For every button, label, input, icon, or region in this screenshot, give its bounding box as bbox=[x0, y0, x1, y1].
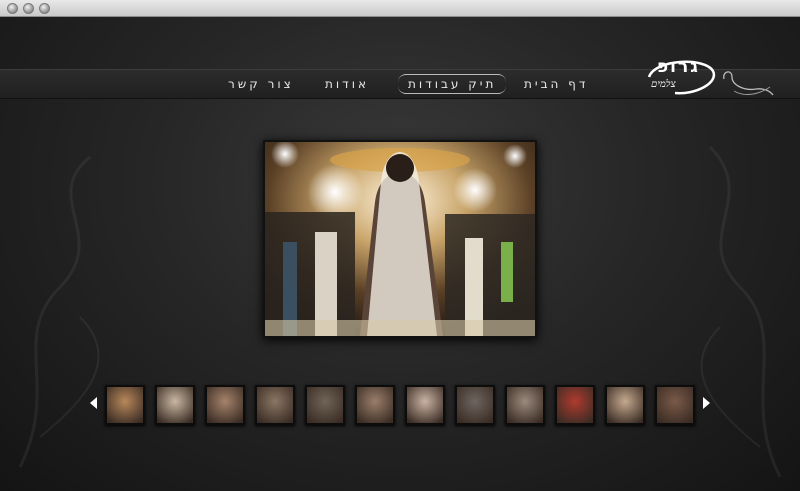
nav-contact[interactable]: צור קשר bbox=[228, 77, 294, 91]
thumbnail-image[interactable] bbox=[255, 385, 295, 425]
wedding-photo bbox=[265, 142, 535, 336]
thumbnail-image[interactable] bbox=[355, 385, 395, 425]
thumbnail-image[interactable] bbox=[305, 385, 345, 425]
thumbnail-image[interactable] bbox=[605, 385, 645, 425]
background-swirl-left-icon bbox=[18, 155, 100, 468]
previous-arrow-icon[interactable] bbox=[90, 397, 97, 409]
thumbnail-image[interactable] bbox=[155, 385, 195, 425]
nav-portfolio[interactable]: תיק עבודות bbox=[398, 74, 507, 94]
thumbnail-image[interactable] bbox=[105, 385, 145, 425]
window-titlebar bbox=[0, 0, 800, 17]
brand-logo[interactable]: גרופ צלמים bbox=[645, 57, 717, 99]
logo-sub-text: צלמים bbox=[651, 79, 676, 90]
logo-main-text: גרופ bbox=[657, 57, 700, 77]
thumbnail-image[interactable] bbox=[505, 385, 545, 425]
flourish-right-icon bbox=[723, 71, 774, 96]
close-window-button[interactable] bbox=[7, 3, 18, 14]
minimize-window-button[interactable] bbox=[23, 3, 34, 14]
thumbnail-image[interactable] bbox=[455, 385, 495, 425]
next-arrow-icon[interactable] bbox=[703, 397, 710, 409]
zoom-window-button[interactable] bbox=[39, 3, 50, 14]
thumbnail-strip bbox=[0, 385, 800, 425]
thumbnail-image[interactable] bbox=[405, 385, 445, 425]
nav-home[interactable]: דף הבית bbox=[524, 77, 588, 91]
thumbnail-image[interactable] bbox=[655, 385, 695, 425]
thumbnail-image[interactable] bbox=[205, 385, 245, 425]
thumbnail-image[interactable] bbox=[555, 385, 595, 425]
nav-about[interactable]: אודות bbox=[325, 77, 369, 91]
page-background: צור קשר אודות תיק עבודות דף הבית גרופ צל… bbox=[0, 17, 800, 491]
background-swirl-right-icon bbox=[700, 145, 782, 478]
featured-photo[interactable] bbox=[263, 140, 537, 338]
